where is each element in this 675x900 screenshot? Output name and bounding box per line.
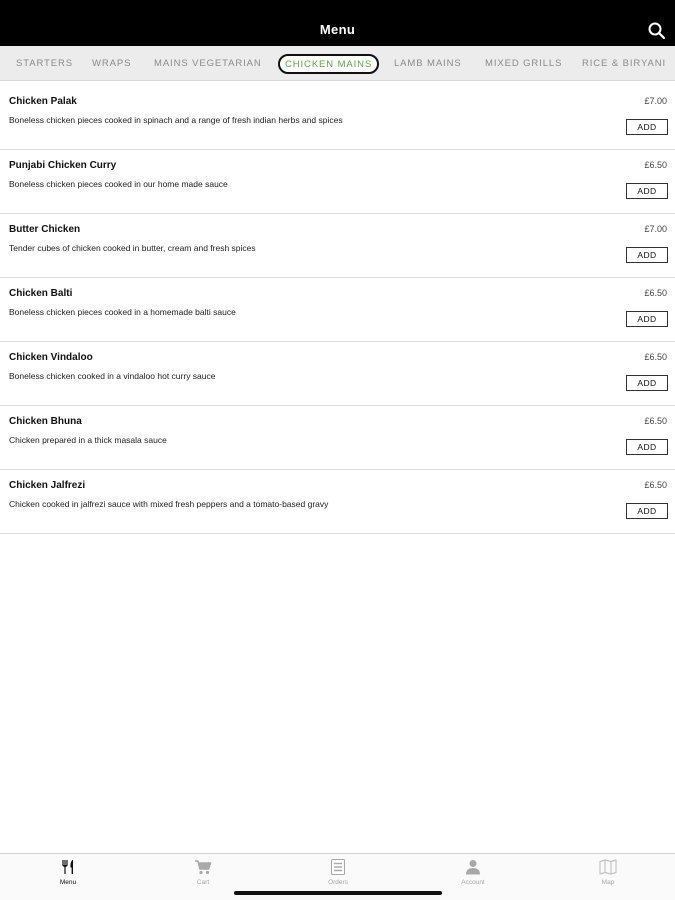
home-indicator[interactable]	[234, 891, 442, 895]
category-tab-mixed-grills[interactable]: MIXED GRILLS	[485, 46, 562, 81]
item-name: Punjabi Chicken Curry	[9, 160, 117, 171]
add-button[interactable]: ADD	[626, 311, 668, 327]
item-description: Chicken prepared in a thick masala sauce	[9, 435, 167, 445]
item-price: £6.50	[644, 416, 667, 426]
category-tab-lamb-mains[interactable]: LAMB MAINS	[394, 46, 462, 81]
item-price: £7.00	[644, 96, 667, 106]
search-button[interactable]	[647, 21, 667, 41]
category-tab-chicken-mains[interactable]: CHICKEN MAINS	[278, 54, 380, 74]
add-button[interactable]: ADD	[626, 247, 668, 263]
menu-item-list: Chicken Palak Boneless chicken pieces co…	[0, 86, 675, 534]
orders-icon	[331, 859, 345, 875]
item-description: Boneless chicken pieces cooked in spinac…	[9, 115, 343, 125]
cart-icon	[195, 860, 212, 875]
tab-menu[interactable]: Menu	[33, 859, 103, 886]
menu-item: Chicken Palak Boneless chicken pieces co…	[0, 86, 675, 150]
category-tab-bar: STARTERS WRAPS MAINS VEGETARIAN CHICKEN …	[0, 46, 675, 81]
tab-orders[interactable]: Orders	[303, 859, 373, 886]
item-price: £6.50	[644, 160, 667, 170]
category-tab-rice-biryani[interactable]: RICE & BIRYANI	[582, 46, 666, 81]
item-price: £6.50	[644, 480, 667, 490]
item-name: Chicken Palak	[9, 96, 77, 107]
tab-label: Account	[461, 879, 485, 886]
category-tab-starters[interactable]: STARTERS	[16, 46, 73, 81]
add-button[interactable]: ADD	[626, 183, 668, 199]
item-name: Chicken Jalfrezi	[9, 480, 86, 491]
search-icon	[648, 22, 666, 40]
menu-item: Butter Chicken Tender cubes of chicken c…	[0, 214, 675, 278]
add-button[interactable]: ADD	[626, 439, 668, 455]
category-tab-mains-vegetarian[interactable]: MAINS VEGETARIAN	[154, 46, 262, 81]
item-description: Chicken cooked in jalfrezi sauce with mi…	[9, 499, 329, 509]
item-price: £7.00	[644, 224, 667, 234]
category-tab-wraps[interactable]: WRAPS	[92, 46, 131, 81]
tab-label: Orders	[328, 879, 348, 886]
item-description: Tender cubes of chicken cooked in butter…	[9, 243, 256, 253]
menu-item: Chicken Jalfrezi Chicken cooked in jalfr…	[0, 470, 675, 534]
item-name: Chicken Bhuna	[9, 416, 82, 427]
tab-cart[interactable]: Cart	[168, 859, 238, 886]
item-description: Boneless chicken cooked in a vindaloo ho…	[9, 371, 216, 381]
tab-label: Menu	[59, 879, 77, 886]
item-description: Boneless chicken pieces cooked in a home…	[9, 307, 236, 317]
item-price: £6.50	[644, 352, 667, 362]
add-button[interactable]: ADD	[626, 503, 668, 519]
tab-account[interactable]: Account	[438, 859, 508, 886]
item-price: £6.50	[644, 288, 667, 298]
add-button[interactable]: ADD	[626, 375, 668, 391]
item-name: Chicken Vindaloo	[9, 352, 93, 363]
top-nav-bar: Menu	[0, 0, 675, 46]
person-icon	[466, 860, 480, 875]
map-icon	[599, 859, 617, 875]
item-description: Boneless chicken pieces cooked in our ho…	[9, 179, 228, 189]
menu-item: Punjabi Chicken Curry Boneless chicken p…	[0, 150, 675, 214]
tab-label: Cart	[196, 879, 210, 886]
fork-knife-icon	[62, 860, 73, 874]
add-button[interactable]: ADD	[626, 119, 668, 135]
item-name: Butter Chicken	[9, 224, 81, 235]
menu-item: Chicken Bhuna Chicken prepared in a thic…	[0, 406, 675, 470]
tab-map[interactable]: Map	[573, 859, 643, 886]
menu-item: Chicken Vindaloo Boneless chicken cooked…	[0, 342, 675, 406]
menu-item: Chicken Balti Boneless chicken pieces co…	[0, 278, 675, 342]
tab-label: Map	[601, 879, 615, 886]
item-name: Chicken Balti	[9, 288, 73, 299]
page-title: Menu	[319, 22, 356, 37]
